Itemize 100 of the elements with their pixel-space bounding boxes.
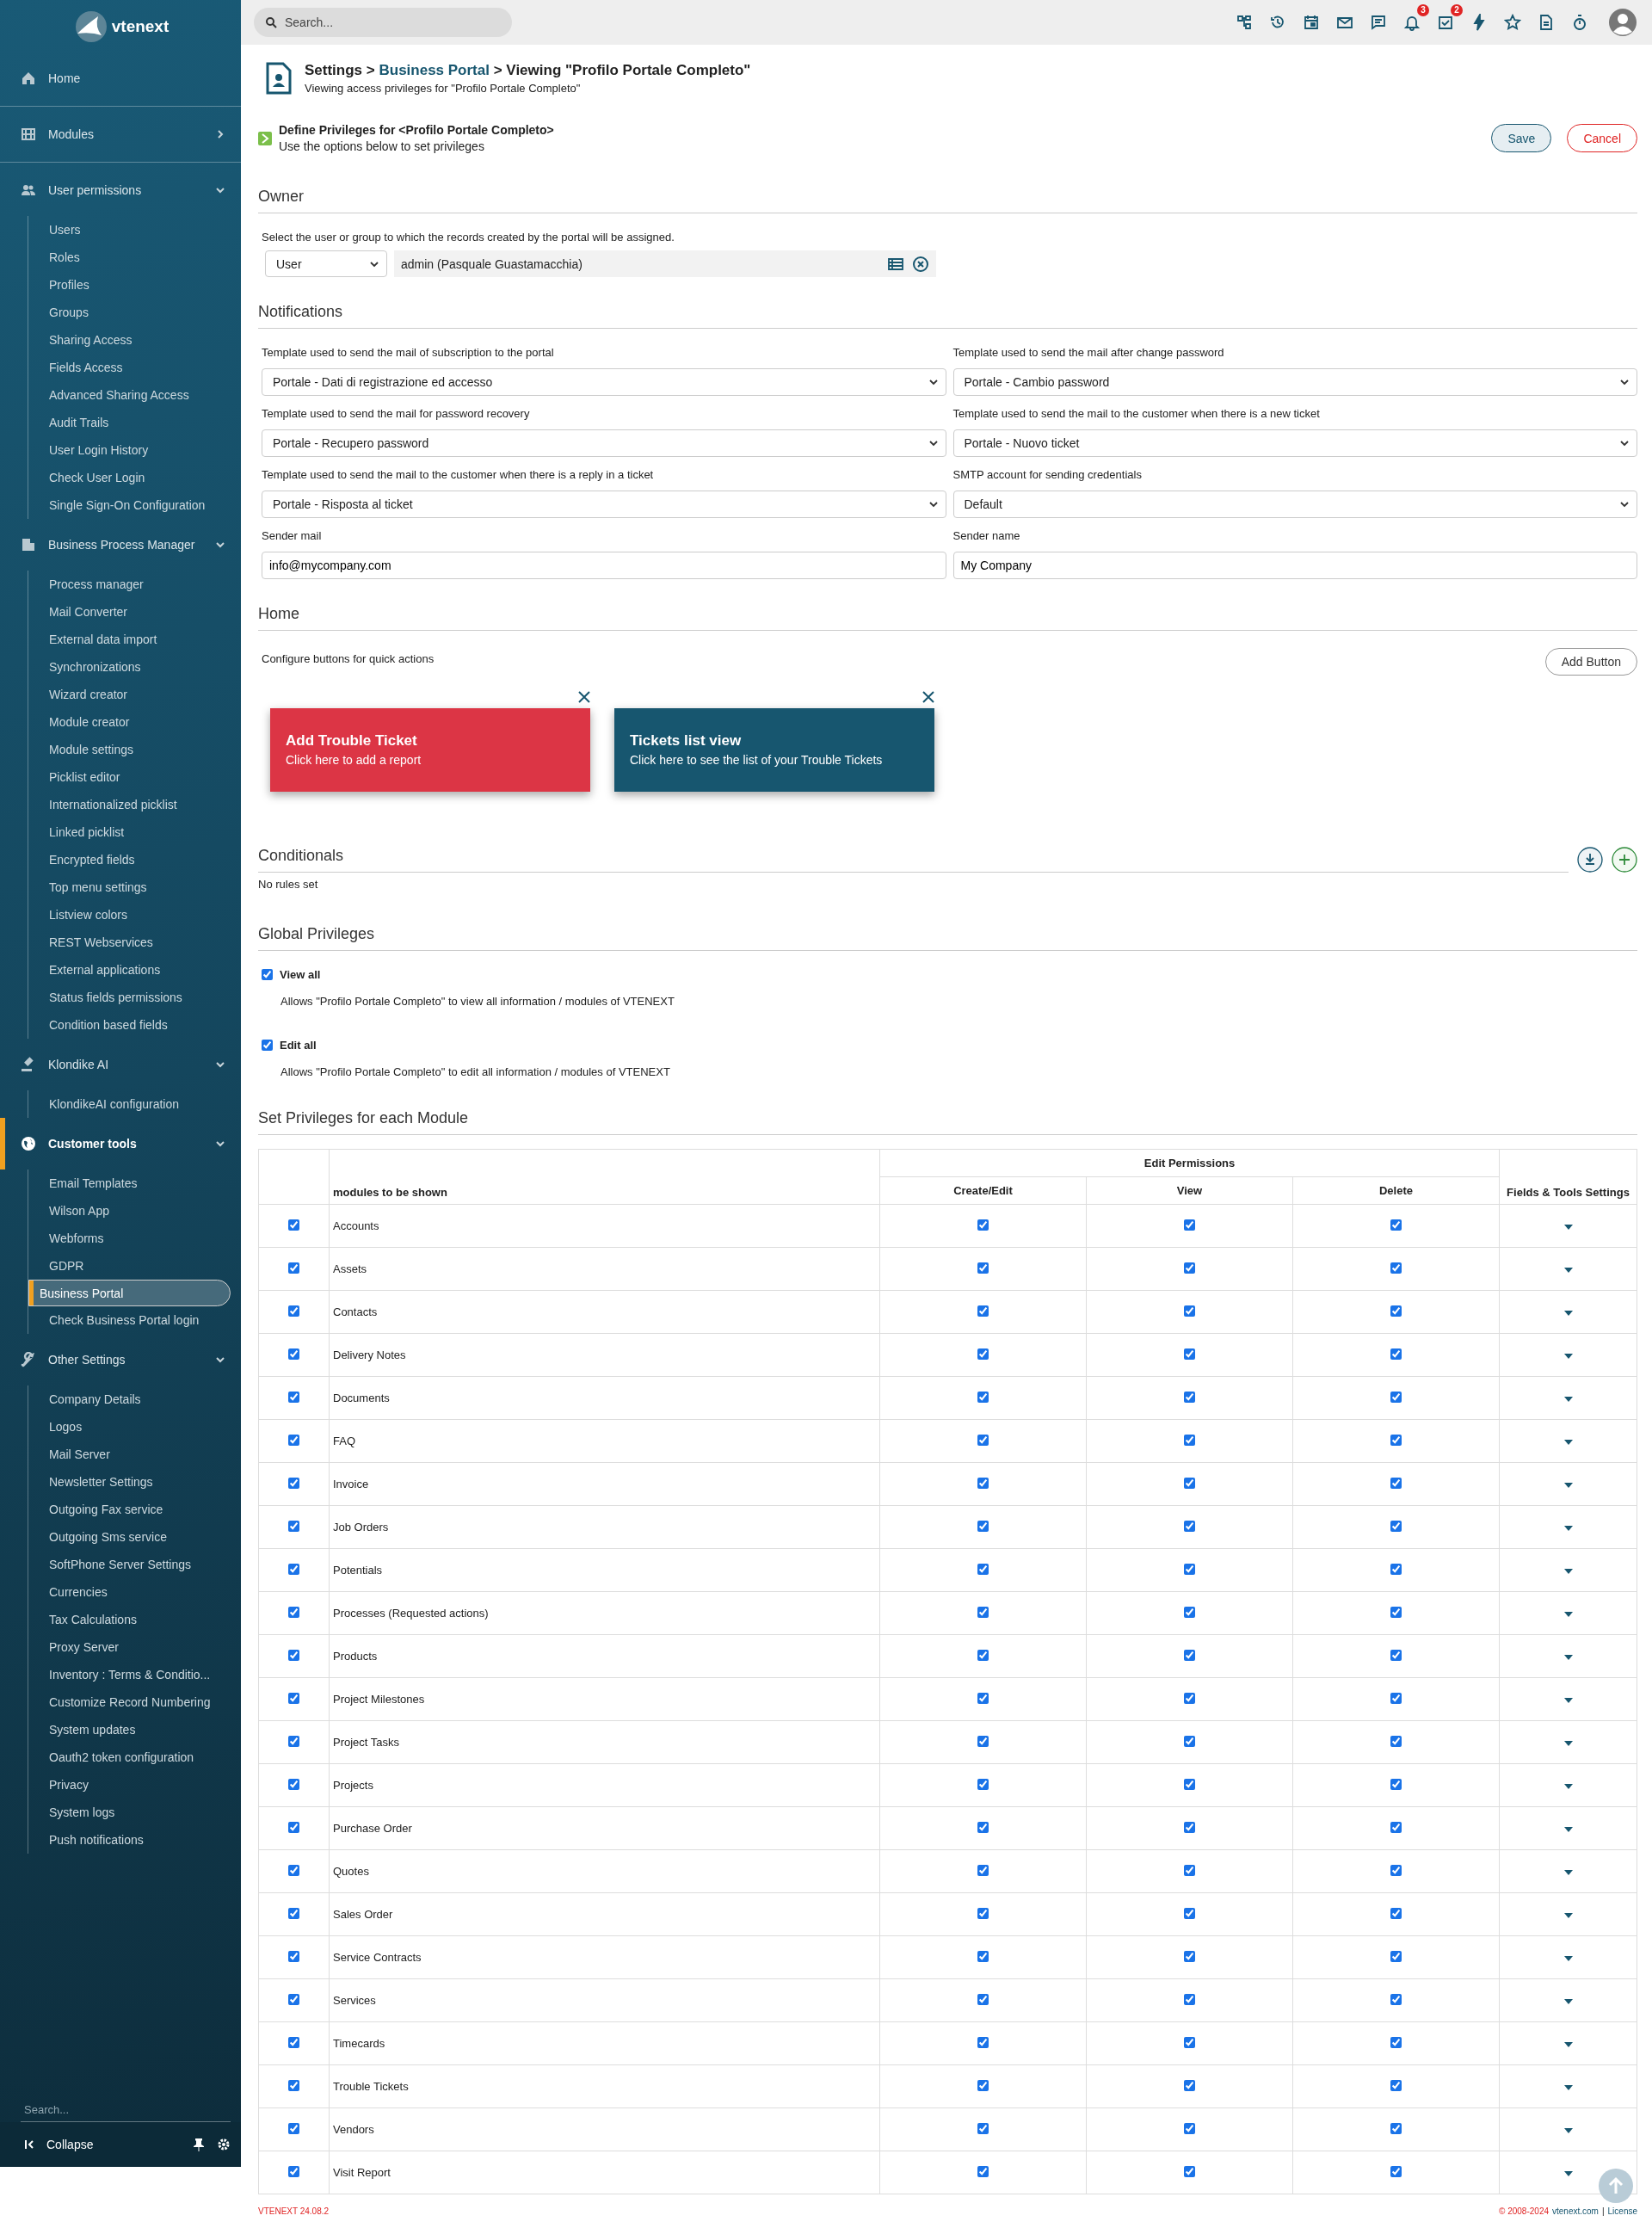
checkbox[interactable] xyxy=(288,2079,299,2091)
checkbox[interactable] xyxy=(288,1778,299,1790)
checkbox[interactable] xyxy=(1390,1262,1402,1274)
checkbox[interactable] xyxy=(1184,2036,1195,2048)
checkbox[interactable] xyxy=(1390,1219,1402,1231)
checkbox[interactable] xyxy=(262,969,273,980)
clear-icon[interactable] xyxy=(912,255,929,273)
sidebar-item[interactable]: Audit Trails xyxy=(28,409,231,436)
avatar-icon[interactable] xyxy=(1609,9,1637,36)
pin-icon[interactable] xyxy=(193,2138,205,2151)
sidebar-item[interactable]: Newsletter Settings xyxy=(28,1468,231,1496)
checkbox[interactable] xyxy=(288,1864,299,1876)
checkbox[interactable] xyxy=(977,1778,989,1790)
caret-icon[interactable] xyxy=(1563,1268,1573,1273)
checkbox[interactable] xyxy=(288,1477,299,1489)
sidebar-item[interactable]: Status fields permissions xyxy=(28,984,231,1011)
checkbox[interactable] xyxy=(288,1993,299,2005)
checkbox[interactable] xyxy=(977,1348,989,1360)
sidebar-item[interactable]: Outgoing Fax service xyxy=(28,1496,231,1523)
sidebar-item[interactable]: Email Templates xyxy=(28,1169,231,1197)
checkbox[interactable] xyxy=(977,1434,989,1446)
input-field[interactable]: info@mycompany.com xyxy=(262,552,946,579)
add-button[interactable]: Add Button xyxy=(1544,648,1637,676)
checkbox[interactable] xyxy=(1184,1434,1195,1446)
caret-icon[interactable] xyxy=(1563,1612,1573,1617)
checkbox[interactable] xyxy=(977,1907,989,1919)
checkbox[interactable] xyxy=(977,1219,989,1231)
checkbox[interactable] xyxy=(288,1305,299,1317)
checkbox[interactable] xyxy=(977,1520,989,1532)
list-icon[interactable] xyxy=(888,256,903,271)
sidebar-item[interactable]: Module settings xyxy=(28,736,231,763)
checkbox[interactable] xyxy=(1390,1993,1402,2005)
sidebar-item[interactable]: Logos xyxy=(28,1413,231,1441)
checkbox[interactable] xyxy=(977,1606,989,1618)
sidebar-item[interactable]: Condition based fields xyxy=(28,1011,231,1039)
checkbox[interactable] xyxy=(977,1821,989,1833)
checkbox[interactable] xyxy=(288,1735,299,1747)
caret-icon[interactable] xyxy=(1563,1440,1573,1445)
sidebar-item[interactable]: Top menu settings xyxy=(28,873,231,901)
sidebar-item[interactable]: Picklist editor xyxy=(28,763,231,791)
checkbox[interactable] xyxy=(288,1391,299,1403)
caret-icon[interactable] xyxy=(1563,1354,1573,1359)
sidebar-item[interactable]: Inventory : Terms & Conditio... xyxy=(28,1661,231,1688)
checkbox[interactable] xyxy=(1390,1391,1402,1403)
sidebar-item[interactable]: Wizard creator xyxy=(28,681,231,708)
checkbox[interactable] xyxy=(977,1950,989,1962)
sidebar-item[interactable]: Webforms xyxy=(28,1225,231,1252)
checkbox[interactable] xyxy=(288,1563,299,1575)
checkbox[interactable] xyxy=(977,2122,989,2134)
sidebar-item[interactable]: KlondikeAI configuration xyxy=(28,1090,231,1118)
checkbox[interactable] xyxy=(288,1606,299,1618)
sidebar-item[interactable]: External applications xyxy=(28,956,231,984)
sidebar-item[interactable]: Synchronizations xyxy=(28,653,231,681)
checkbox[interactable] xyxy=(977,1305,989,1317)
task-icon[interactable] xyxy=(1437,14,1454,31)
document-icon[interactable] xyxy=(1538,14,1555,31)
collapse-link[interactable]: Collapse xyxy=(46,2138,94,2151)
checkbox[interactable] xyxy=(262,1040,273,1051)
chat-icon[interactable] xyxy=(1370,14,1387,31)
caret-icon[interactable] xyxy=(1563,1569,1573,1574)
checkbox[interactable] xyxy=(1390,1692,1402,1704)
template-dropdown[interactable]: Portale - Dati di registrazione ed accesso xyxy=(262,368,946,396)
checkbox[interactable] xyxy=(288,2165,299,2177)
checkbox[interactable] xyxy=(288,2122,299,2134)
template-dropdown[interactable]: Default xyxy=(952,491,1637,518)
owner-type-dropdown[interactable]: User xyxy=(265,250,387,277)
license-link[interactable]: License xyxy=(1607,2206,1637,2216)
checkbox[interactable] xyxy=(1184,1692,1195,1704)
sidebar-item[interactable]: Process manager xyxy=(28,571,231,598)
sidebar-section[interactable]: User permissions xyxy=(0,164,241,216)
checkbox[interactable] xyxy=(1390,2165,1402,2177)
sidebar-item[interactable]: Company Details xyxy=(28,1385,231,1413)
sidebar-item[interactable]: Customize Record Numbering xyxy=(28,1688,231,1716)
checkbox[interactable] xyxy=(1184,1391,1195,1403)
checkbox[interactable] xyxy=(288,1649,299,1661)
checkbox[interactable] xyxy=(1390,1348,1402,1360)
sidebar-section[interactable]: Business Process Manager xyxy=(0,519,241,571)
checkbox[interactable] xyxy=(977,1563,989,1575)
caret-icon[interactable] xyxy=(1563,1698,1573,1703)
calendar-icon[interactable] xyxy=(1303,14,1320,31)
caret-icon[interactable] xyxy=(1563,1827,1573,1832)
checkbox[interactable] xyxy=(1184,1950,1195,1962)
sidebar-item[interactable]: SoftPhone Server Settings xyxy=(28,1551,231,1578)
sidebar-item[interactable]: REST Webservices xyxy=(28,929,231,956)
checkbox[interactable] xyxy=(977,1262,989,1274)
checkbox[interactable] xyxy=(1390,1907,1402,1919)
sidebar-item[interactable]: Push notifications xyxy=(28,1826,231,1854)
sidebar-item[interactable]: Oauth2 token configuration xyxy=(28,1743,231,1771)
quick-action-card[interactable]: Add Trouble Ticket Click here to add a report xyxy=(270,708,590,792)
checkbox[interactable] xyxy=(977,2079,989,2091)
caret-icon[interactable] xyxy=(1563,1655,1573,1660)
checkbox[interactable] xyxy=(1390,1950,1402,1962)
checkbox[interactable] xyxy=(1184,1348,1195,1360)
checkbox[interactable] xyxy=(1184,1907,1195,1919)
checkbox[interactable] xyxy=(1390,1864,1402,1876)
sidebar-item[interactable]: Users xyxy=(28,216,231,244)
sitemap-icon[interactable] xyxy=(1236,14,1253,31)
sidebar-item[interactable]: GDPR xyxy=(28,1252,231,1280)
sidebar-item[interactable]: Outgoing Sms service xyxy=(28,1523,231,1551)
sidebar-item[interactable]: Listview colors xyxy=(28,901,231,929)
